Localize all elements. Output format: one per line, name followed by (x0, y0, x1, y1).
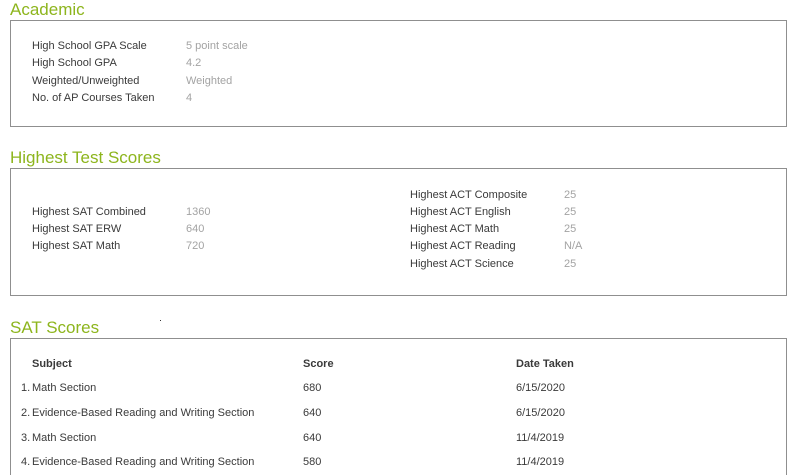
sat-combined-label: Highest SAT Combined (32, 206, 146, 218)
row-subject: Evidence-Based Reading and Writing Secti… (32, 456, 255, 468)
ap-courses-value: 4 (186, 92, 193, 104)
column-header-subject: Subject (32, 358, 72, 370)
table-row: 3. Math Section 640 11/4/2019 (11, 431, 786, 447)
row-score: 580 (303, 456, 322, 468)
sat-math-label: Highest SAT Math (32, 240, 121, 252)
act-science-label: Highest ACT Science (410, 258, 514, 270)
row-score: 680 (303, 382, 322, 394)
sat-scores-panel: Subject Score Date Taken 1. Math Section… (10, 338, 787, 475)
act-composite-label: Highest ACT Composite (410, 189, 528, 201)
row-date: 11/4/2019 (516, 432, 565, 444)
gpa-value: 4.2 (186, 57, 202, 69)
sat-math-value: 720 (186, 240, 205, 252)
act-math-value: 25 (564, 223, 577, 235)
act-reading-label: Highest ACT Reading (410, 240, 516, 252)
act-math-label: Highest ACT Math (410, 223, 500, 235)
row-score: 640 (303, 407, 322, 419)
weighted-value: Weighted (186, 75, 233, 87)
table-row: 1. Math Section 680 6/15/2020 (11, 381, 786, 397)
row-date: 11/4/2019 (516, 456, 565, 468)
sat-combined-value: 1360 (186, 206, 211, 218)
profile-page: Academic High School GPA Scale 5 point s… (0, 0, 800, 475)
gpa-scale-label: High School GPA Scale (32, 40, 147, 52)
act-reading-value: N/A (564, 240, 583, 252)
row-subject: Math Section (32, 382, 97, 394)
test-scores-section-title: Highest Test Scores (10, 148, 161, 167)
academic-section-title: Academic (10, 0, 85, 19)
test-scores-panel: Highest SAT Combined 1360 Highest SAT ER… (10, 168, 787, 296)
row-subject: Math Section (32, 432, 97, 444)
sat-scores-section-title: SAT Scores (10, 318, 100, 337)
act-composite-value: 25 (564, 189, 577, 201)
table-row: 2. Evidence-Based Reading and Writing Se… (11, 406, 786, 422)
gpa-scale-value: 5 point scale (186, 40, 248, 52)
row-subject: Evidence-Based Reading and Writing Secti… (32, 407, 255, 419)
weighted-label: Weighted/Unweighted (32, 75, 140, 87)
table-row: 4. Evidence-Based Reading and Writing Se… (11, 455, 786, 471)
sat-erw-label: Highest SAT ERW (32, 223, 122, 235)
act-science-value: 25 (564, 258, 577, 270)
column-header-score: Score (303, 358, 334, 370)
row-score: 640 (303, 432, 322, 444)
row-date: 6/15/2020 (516, 382, 565, 394)
academic-panel: High School GPA Scale 5 point scale High… (10, 20, 787, 127)
act-english-label: Highest ACT English (410, 206, 511, 218)
stray-dot (160, 320, 161, 321)
row-index: 3. (21, 432, 31, 444)
gpa-label: High School GPA (32, 57, 117, 69)
ap-courses-label: No. of AP Courses Taken (32, 92, 155, 104)
row-index: 1. (21, 382, 31, 394)
row-date: 6/15/2020 (516, 407, 565, 419)
row-index: 2. (21, 407, 31, 419)
row-index: 4. (21, 456, 31, 468)
column-header-date: Date Taken (516, 358, 574, 370)
act-english-value: 25 (564, 206, 577, 218)
sat-erw-value: 640 (186, 223, 205, 235)
